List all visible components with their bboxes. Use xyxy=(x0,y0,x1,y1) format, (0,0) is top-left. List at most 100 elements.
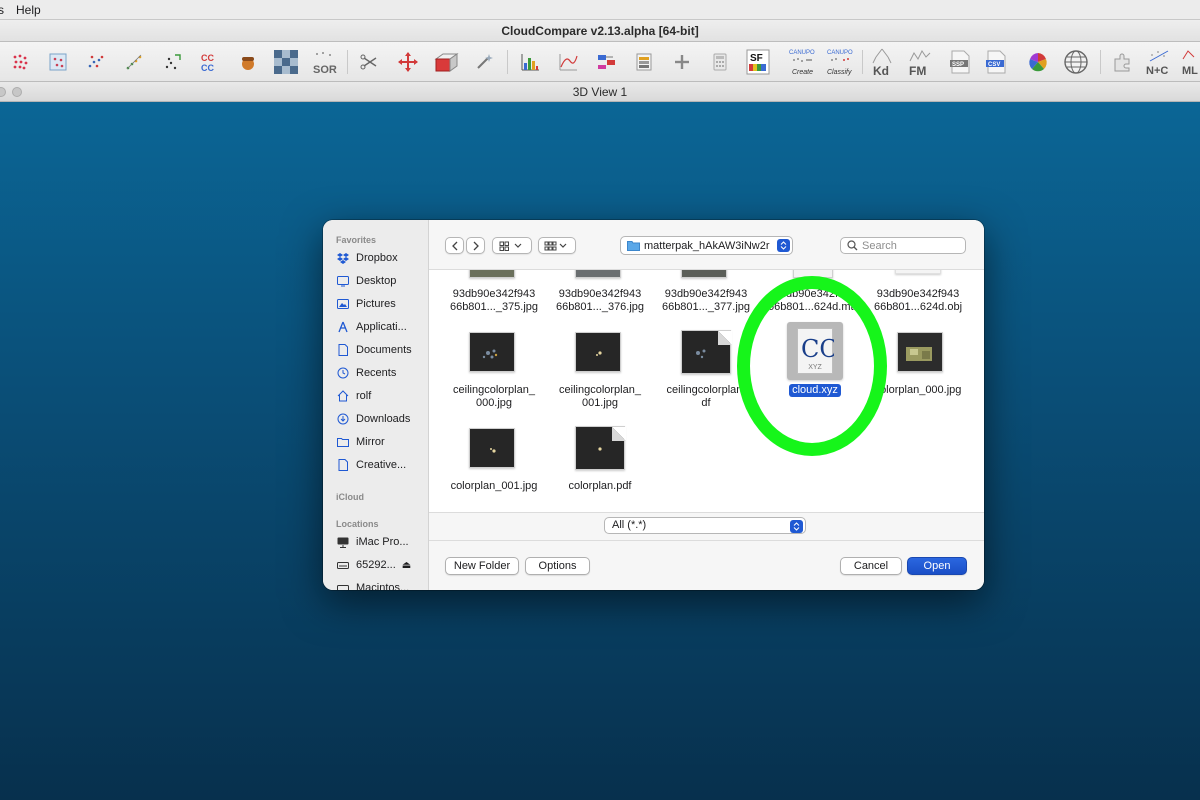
sf-icon[interactable]: SF xyxy=(744,48,772,76)
svg-text:N+C: N+C xyxy=(1146,65,1168,77)
file-thumbnail[interactable] xyxy=(895,270,941,274)
cc-cc-icon[interactable]: CC CC xyxy=(196,48,224,76)
back-button[interactable] xyxy=(445,237,464,254)
forward-button[interactable] xyxy=(466,237,485,254)
pictures-icon xyxy=(337,298,349,310)
file-thumbnail[interactable] xyxy=(575,426,626,470)
menu-item-file[interactable]: s xyxy=(0,3,16,17)
svg-text:CSV: CSV xyxy=(988,62,1000,68)
n-plus-c-icon[interactable]: N+C xyxy=(1144,48,1174,77)
dropbox-icon xyxy=(337,252,349,264)
canupo-create-icon[interactable]: CANUPO Create xyxy=(786,48,820,76)
svg-text:SF: SF xyxy=(750,53,763,64)
sidebar-item-applications[interactable]: Applicati... xyxy=(337,317,428,337)
svg-text:Kd: Kd xyxy=(873,64,889,77)
acorn-icon[interactable] xyxy=(234,48,262,76)
compute-points-icon[interactable] xyxy=(158,48,186,76)
magic-wand-icon[interactable] xyxy=(470,48,498,76)
file-item[interactable]: 93db90e342f943 66b801..._377.jpg xyxy=(651,288,761,314)
histogram-icon[interactable] xyxy=(516,48,544,76)
window-close-button[interactable] xyxy=(0,87,6,97)
curve-icon[interactable] xyxy=(554,48,582,76)
ssp-icon[interactable]: SSP xyxy=(946,48,974,76)
calculator-icon[interactable] xyxy=(706,48,734,76)
sidebar-item-rolf[interactable]: rolf xyxy=(337,386,428,406)
file-thumbnail[interactable] xyxy=(681,330,732,374)
sor-icon[interactable]: SOR xyxy=(310,48,338,76)
file-thumbnail[interactable] xyxy=(897,332,943,372)
sf-gradient-icon[interactable] xyxy=(630,48,658,76)
drive-icon xyxy=(337,559,349,571)
csv-icon[interactable]: CSV xyxy=(982,48,1010,76)
stepper-icon[interactable] xyxy=(790,520,803,533)
scatter-points-icon[interactable] xyxy=(82,48,110,76)
folder-icon xyxy=(627,241,640,251)
sidebar-item-downloads[interactable]: Downloads xyxy=(337,409,428,429)
file-item[interactable]: colorplan.pdf xyxy=(545,480,655,493)
file-item[interactable]: ceilingcolorplan_ 000.jpg xyxy=(439,384,549,410)
stepper-icon[interactable] xyxy=(777,239,790,252)
sample-points-icon[interactable] xyxy=(6,48,34,76)
file-thumbnail[interactable] xyxy=(575,332,621,372)
new-folder-button[interactable]: New Folder xyxy=(445,557,519,575)
filter-bar: All (*.*) xyxy=(429,512,984,540)
options-button[interactable]: Options xyxy=(525,557,590,575)
sidebar-item-pictures[interactable]: Pictures xyxy=(337,294,428,314)
desktop-icon xyxy=(337,275,349,287)
downloads-icon xyxy=(337,413,349,425)
file-thumbnail[interactable] xyxy=(469,428,515,468)
file-item[interactable]: ceilingcolorplan_ 001.jpg xyxy=(545,384,655,410)
sidebar-item-creative[interactable]: Creative... xyxy=(337,455,428,475)
search-placeholder: Search xyxy=(862,239,897,252)
subsample-icon[interactable] xyxy=(44,48,72,76)
sidebar-item-recents[interactable]: Recents xyxy=(337,363,428,383)
scissors-icon[interactable] xyxy=(356,48,384,76)
sidebar-item-imac[interactable]: iMac Pro... xyxy=(337,532,428,552)
view-mode-button[interactable] xyxy=(492,237,532,254)
file-type-select[interactable]: All (*.*) xyxy=(604,517,806,534)
menu-item-help[interactable]: Help xyxy=(16,3,53,17)
sidebar-item-dropbox[interactable]: Dropbox xyxy=(337,248,428,268)
color-wheel-icon[interactable] xyxy=(1024,48,1052,76)
applications-icon xyxy=(337,321,349,333)
file-thumbnail[interactable] xyxy=(575,270,621,278)
plugin-icon[interactable] xyxy=(1108,48,1136,76)
cancel-button[interactable]: Cancel xyxy=(840,557,902,575)
file-browser[interactable]: 93db90e342f943 66b801..._375.jpg 93db90e3… xyxy=(429,270,984,512)
sidebar-item-macintosh[interactable]: Macintos... xyxy=(337,578,428,590)
file-item[interactable]: 93db90e342f943 66b801...624d.obj xyxy=(863,288,973,314)
sidebar-item-documents[interactable]: Documents xyxy=(337,340,428,360)
group-by-button[interactable] xyxy=(538,237,576,254)
sidebar-item-drive[interactable]: 65292... ⏏ xyxy=(337,555,428,575)
path-selector[interactable]: matterpak_hAkAW3iNw2r xyxy=(620,236,793,255)
globe-icon[interactable] xyxy=(1062,48,1090,76)
open-button[interactable]: Open xyxy=(907,557,967,575)
sidebar-item-desktop[interactable]: Desktop xyxy=(337,271,428,291)
file-thumbnail[interactable] xyxy=(469,270,515,278)
ml-icon[interactable]: ML xyxy=(1180,48,1200,77)
window-minimize-button[interactable] xyxy=(12,87,22,97)
box-icon[interactable] xyxy=(432,48,460,76)
kd-tree-icon[interactable]: Kd xyxy=(868,48,896,77)
svg-text:FM: FM xyxy=(909,64,926,77)
file-item[interactable]: 93db90e342f943 66b801..._375.jpg xyxy=(439,288,549,314)
canupo-classify-icon[interactable]: CANUPO Classify xyxy=(824,48,858,76)
sf-arithmetic-icon[interactable] xyxy=(592,48,620,76)
plus-icon[interactable] xyxy=(668,48,696,76)
file-thumbnail[interactable] xyxy=(681,270,727,278)
file-item[interactable]: colorplan_001.jpg xyxy=(439,480,549,493)
favorites-heading: Favorites xyxy=(336,235,377,245)
sidebar-item-mirror[interactable]: Mirror xyxy=(337,432,428,452)
checker-icon[interactable] xyxy=(272,48,300,76)
eject-icon[interactable]: ⏏ xyxy=(402,560,411,571)
svg-text:SOR: SOR xyxy=(313,64,337,75)
file-item[interactable]: 93db90e342f943 66b801..._376.jpg xyxy=(545,288,655,314)
fm-icon[interactable]: FM xyxy=(906,48,934,77)
file-thumbnail[interactable] xyxy=(469,332,515,372)
gradient-points-icon[interactable] xyxy=(120,48,148,76)
view-title: 3D View 1 xyxy=(572,85,628,99)
toolbar-separator xyxy=(347,50,348,74)
translate-icon[interactable] xyxy=(394,48,422,76)
search-field[interactable]: Search xyxy=(840,237,966,254)
chevron-right-icon xyxy=(473,241,479,250)
